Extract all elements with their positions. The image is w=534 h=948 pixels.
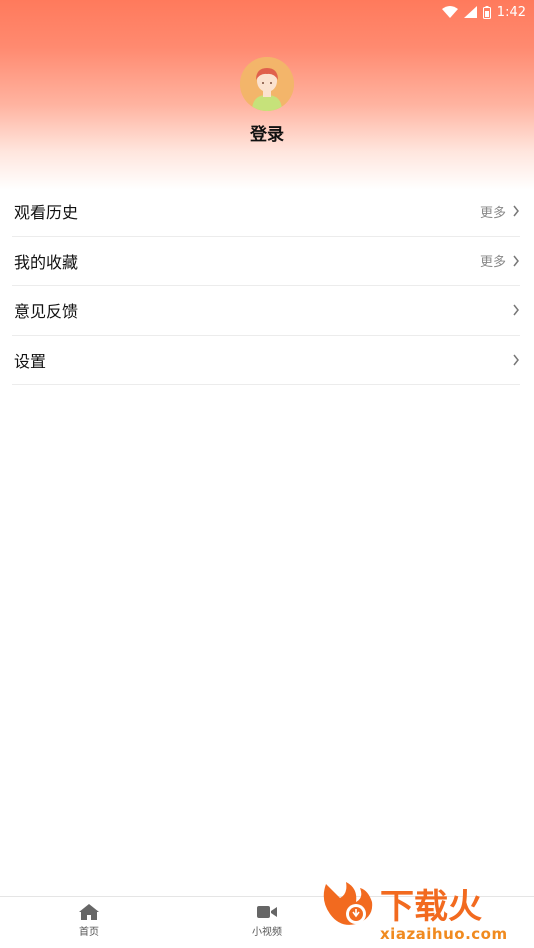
battery-icon (482, 5, 491, 19)
flame-logo-icon: 下载火 (323, 882, 482, 927)
menu-item-label: 设置 (14, 351, 47, 371)
tab-short-video[interactable]: 小视频 (237, 903, 297, 938)
tab-label: 首页 (79, 927, 99, 938)
wifi-icon (441, 6, 458, 18)
chevron-right-icon (512, 255, 520, 267)
chevron-right-icon (512, 205, 520, 217)
avatar[interactable] (240, 57, 294, 111)
menu-item-settings[interactable]: 设置 (12, 336, 520, 385)
watermark-brand: 下载火 (380, 887, 482, 927)
tab-home[interactable]: 首页 (59, 903, 119, 938)
menu-item-label: 我的收藏 (14, 252, 79, 272)
menu-list: 观看历史 更多 我的收藏 更多 意见反馈 设置 (12, 187, 520, 385)
menu-item-watch-history[interactable]: 观看历史 更多 (12, 187, 520, 237)
home-icon (59, 903, 119, 921)
chevron-right-icon (512, 304, 520, 316)
chevron-right-icon (512, 354, 520, 366)
signal-icon (463, 6, 477, 18)
menu-item-label: 意见反馈 (14, 302, 79, 322)
login-button[interactable]: 登录 (0, 120, 534, 145)
menu-item-favorites[interactable]: 我的收藏 更多 (12, 237, 520, 286)
watermark-site: xiazaihuo.com (380, 925, 508, 943)
status-bar: 1:42 (0, 0, 534, 24)
menu-item-feedback[interactable]: 意见反馈 (12, 286, 520, 336)
watermark: 下载火 xiazaihuo.com (316, 878, 534, 948)
avatar-icon (240, 57, 294, 111)
video-icon (237, 903, 297, 921)
more-link[interactable]: 更多 (480, 202, 506, 221)
menu-item-label: 观看历史 (14, 203, 79, 223)
tab-label: 小视频 (252, 927, 282, 938)
more-link[interactable]: 更多 (480, 251, 506, 270)
clock-time: 1:42 (496, 4, 526, 20)
